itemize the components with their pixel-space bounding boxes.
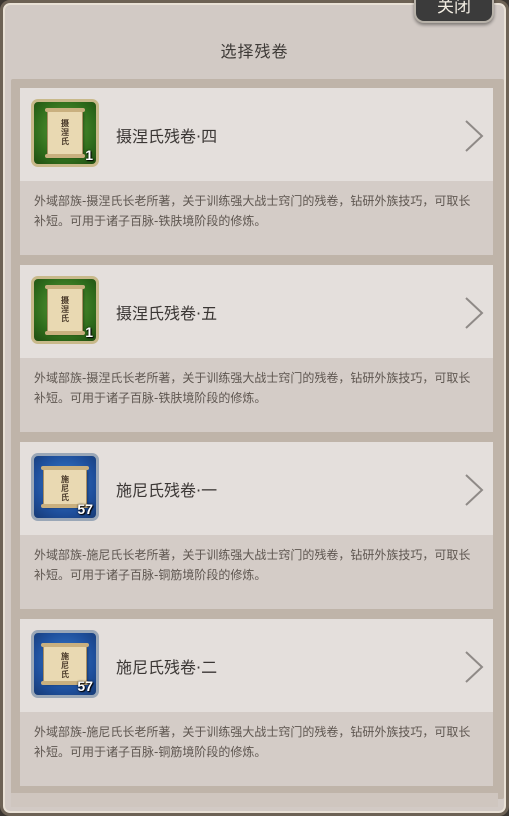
- list-item: 摄涅氏 1 摄涅氏残卷·四 外域部族-摄涅氏长老所著，关于训练强大战士窍门的残卷…: [20, 88, 493, 255]
- item-name: 施尼氏残卷·二: [116, 658, 218, 677]
- item-name: 施尼氏残卷·一: [116, 481, 218, 500]
- select-fragment-dialog: 关闭 选择残卷 摄涅氏 1 摄涅氏残卷·四 外域部族-摄涅氏长老所著，关于训练强…: [0, 0, 509, 816]
- item-description-box: 外域部族-摄涅氏长老所著，关于训练强大战士窍门的残卷，钻研外族技巧，可取长补短。…: [20, 181, 493, 255]
- panel-bottom-edge: [11, 793, 498, 807]
- item-count: 1: [85, 147, 93, 163]
- scroll-icon: 摄涅氏: [45, 108, 85, 158]
- item-description-box: 外域部族-施尼氏长老所著，关于训练强大战士窍门的残卷，钻研外族技巧，可取长补短。…: [20, 535, 493, 609]
- list-item: 施尼氏 57 施尼氏残卷·一 外域部族-施尼氏长老所著，关于训练强大战士窍门的残…: [20, 442, 493, 609]
- item-count: 57: [77, 501, 93, 517]
- item-name: 摄涅氏残卷·五: [116, 304, 218, 323]
- item-description: 外域部族-施尼氏长老所著，关于训练强大战士窍门的残卷，钻研外族技巧，可取长补短。…: [34, 548, 471, 582]
- fragment-select-row[interactable]: 施尼氏 57 施尼氏残卷·二: [20, 619, 493, 712]
- fragment-select-row[interactable]: 摄涅氏 1 摄涅氏残卷·四: [20, 88, 493, 181]
- chevron-right-icon[interactable]: [463, 650, 485, 684]
- item-icon-slot[interactable]: 摄涅氏 1: [31, 276, 99, 344]
- item-count: 57: [77, 678, 93, 694]
- list-item: 摄涅氏 1 摄涅氏残卷·五 外域部族-摄涅氏长老所著，关于训练强大战士窍门的残卷…: [20, 265, 493, 432]
- chevron-right-icon[interactable]: [463, 296, 485, 330]
- chevron-right-icon[interactable]: [463, 119, 485, 153]
- dialog-title: 选择残卷: [220, 42, 289, 61]
- item-icon-slot[interactable]: 摄涅氏 1: [31, 99, 99, 167]
- item-description-box: 外域部族-摄涅氏长老所著，关于训练强大战士窍门的残卷，钻研外族技巧，可取长补短。…: [20, 358, 493, 432]
- item-description: 外域部族-摄涅氏长老所著，关于训练强大战士窍门的残卷，钻研外族技巧，可取长补短。…: [34, 194, 471, 228]
- item-count: 1: [85, 324, 93, 340]
- item-description: 外域部族-施尼氏长老所著，关于训练强大战士窍门的残卷，钻研外族技巧，可取长补短。…: [34, 725, 471, 759]
- scroll-icon: 摄涅氏: [45, 285, 85, 335]
- fragment-list[interactable]: 摄涅氏 1 摄涅氏残卷·四 外域部族-摄涅氏长老所著，关于训练强大战士窍门的残卷…: [11, 79, 504, 799]
- close-button[interactable]: 关闭: [414, 0, 494, 23]
- fragment-select-row[interactable]: 摄涅氏 1 摄涅氏残卷·五: [20, 265, 493, 358]
- item-description-box: 外域部族-施尼氏长老所著，关于训练强大战士窍门的残卷，钻研外族技巧，可取长补短。…: [20, 712, 493, 786]
- list-item: 施尼氏 57 施尼氏残卷·二 外域部族-施尼氏长老所著，关于训练强大战士窍门的残…: [20, 619, 493, 786]
- item-description: 外域部族-摄涅氏长老所著，关于训练强大战士窍门的残卷，钻研外族技巧，可取长补短。…: [34, 371, 471, 405]
- fragment-select-row[interactable]: 施尼氏 57 施尼氏残卷·一: [20, 442, 493, 535]
- item-name: 摄涅氏残卷·四: [116, 127, 218, 146]
- item-icon-slot[interactable]: 施尼氏 57: [31, 453, 99, 521]
- chevron-right-icon[interactable]: [463, 473, 485, 507]
- item-icon-slot[interactable]: 施尼氏 57: [31, 630, 99, 698]
